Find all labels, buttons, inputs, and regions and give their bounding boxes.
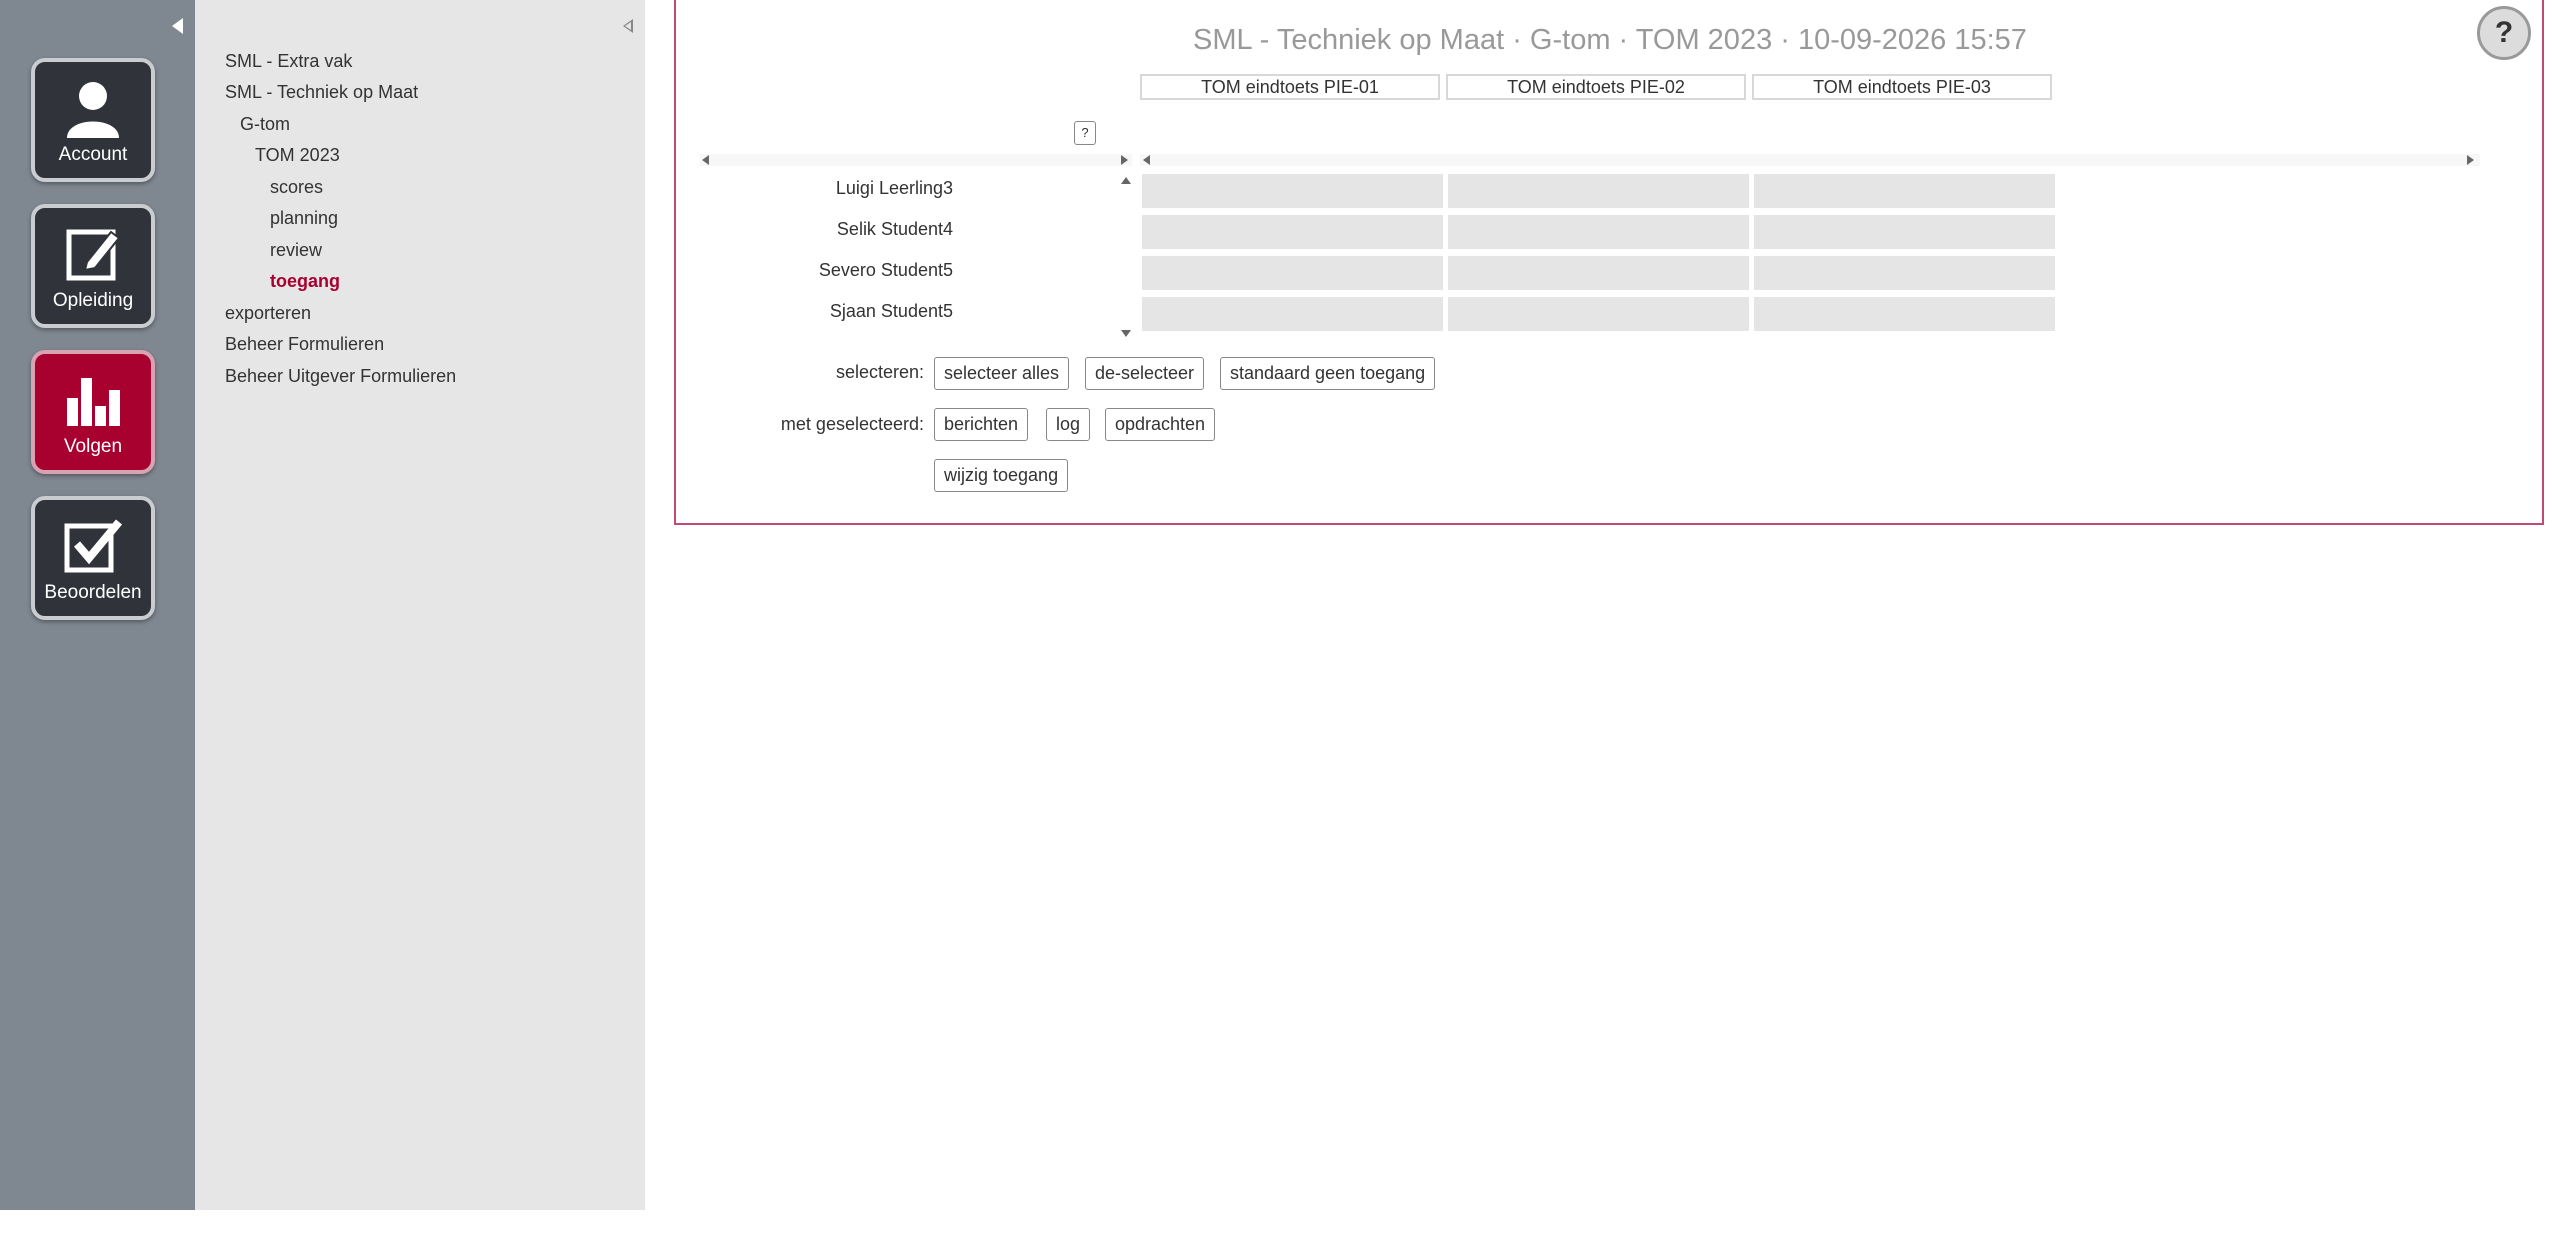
column-header-pie-03: TOM eindtoets PIE-03	[1752, 74, 2052, 100]
student-name[interactable]: Selik Student4	[837, 219, 953, 240]
help-button[interactable]: ?	[2477, 6, 2531, 60]
grid-scroll-left-icon[interactable]	[1143, 155, 1150, 165]
assignments-button[interactable]: opdrachten	[1105, 408, 1216, 441]
access-cell[interactable]	[1142, 256, 1443, 290]
navigation-tree	[195, 0, 645, 1210]
collapse-tree-icon[interactable]	[623, 19, 633, 33]
grid-scroll-right-icon[interactable]	[2467, 155, 2474, 165]
access-cell[interactable]	[1754, 215, 2055, 249]
account-label: Account	[58, 144, 128, 165]
tree-item-sml-techniek-op-maat[interactable]: SML - Techniek op Maat	[225, 82, 418, 103]
access-cell[interactable]	[1142, 215, 1443, 249]
edit-icon	[66, 229, 121, 281]
access-cell[interactable]	[1142, 174, 1443, 208]
access-cell[interactable]	[1754, 297, 2055, 331]
change-access-button[interactable]: wijzig toegang	[934, 459, 1069, 492]
beoordelen-button[interactable]: Beoordelen	[31, 496, 155, 620]
student-name[interactable]: Sjaan Student5	[830, 301, 953, 322]
beoordelen-label: Beoordelen	[44, 582, 142, 603]
access-cell[interactable]	[1448, 174, 1749, 208]
tree-item-beheer-uitgever-formulieren[interactable]: Beheer Uitgever Formulieren	[225, 366, 456, 387]
access-cell[interactable]	[1142, 297, 1443, 331]
scroll-left-icon[interactable]	[702, 155, 709, 165]
select-all-button[interactable]: selecteer alles	[934, 357, 1070, 390]
default-no-access-button[interactable]: standaard geen toegang	[1220, 357, 1436, 390]
access-cell[interactable]	[1754, 174, 2055, 208]
volgen-button[interactable]: Volgen	[31, 350, 155, 474]
access-cell[interactable]	[1448, 215, 1749, 249]
messages-button[interactable]: berichten	[934, 408, 1029, 441]
grid-horizontal-scrollbar[interactable]	[1140, 154, 2480, 166]
volgen-label: Volgen	[63, 436, 123, 457]
scroll-right-icon[interactable]	[1121, 155, 1128, 165]
select-label: selecteren:	[835, 362, 924, 382]
column-header-pie-02: TOM eindtoets PIE-02	[1446, 74, 1746, 100]
scroll-up-icon[interactable]	[1121, 177, 1131, 184]
opleiding-label: Opleiding	[52, 290, 134, 311]
account-icon	[67, 82, 119, 138]
account-button[interactable]: Account	[31, 58, 155, 182]
tree-item-scores[interactable]: scores	[270, 177, 323, 198]
names-horizontal-scrollbar[interactable]	[700, 154, 1132, 166]
tree-item-toegang[interactable]: toegang	[270, 271, 340, 292]
column-header-pie-01: TOM eindtoets PIE-01	[1140, 74, 1440, 100]
grid-help-button[interactable]: ?	[1074, 121, 1096, 145]
deselect-button[interactable]: de-selecteer	[1085, 357, 1205, 390]
tree-item-beheer-formulieren[interactable]: Beheer Formulieren	[225, 334, 384, 355]
checkbox-icon	[64, 519, 123, 573]
opleiding-button[interactable]: Opleiding	[31, 204, 155, 328]
access-cell[interactable]	[1754, 256, 2055, 290]
tree-item-sml-extra-vak[interactable]: SML - Extra vak	[225, 51, 352, 72]
scroll-down-icon[interactable]	[1121, 330, 1131, 337]
tree-item-g-tom[interactable]: G-tom	[240, 114, 290, 135]
tree-item-tom-2023[interactable]: TOM 2023	[255, 145, 340, 166]
tree-item-exporteren[interactable]: exporteren	[225, 303, 311, 324]
collapse-rail-icon[interactable]	[172, 18, 183, 34]
tree-item-review[interactable]: review	[270, 240, 322, 261]
tree-item-planning[interactable]: planning	[270, 208, 338, 229]
app-rail: Account Opleiding Volgen Beoordelen	[0, 0, 195, 1210]
bar-chart-icon	[67, 378, 120, 426]
log-button[interactable]: log	[1046, 408, 1091, 441]
access-cell[interactable]	[1448, 297, 1749, 331]
with-selected-label: met geselecteerd:	[780, 414, 924, 434]
access-cell[interactable]	[1448, 256, 1749, 290]
page-title: SML - Techniek op Maat · G-tom · TOM 202…	[1193, 24, 2027, 56]
student-name[interactable]: Severo Student5	[819, 260, 953, 281]
student-name[interactable]: Luigi Leerling3	[836, 178, 953, 199]
